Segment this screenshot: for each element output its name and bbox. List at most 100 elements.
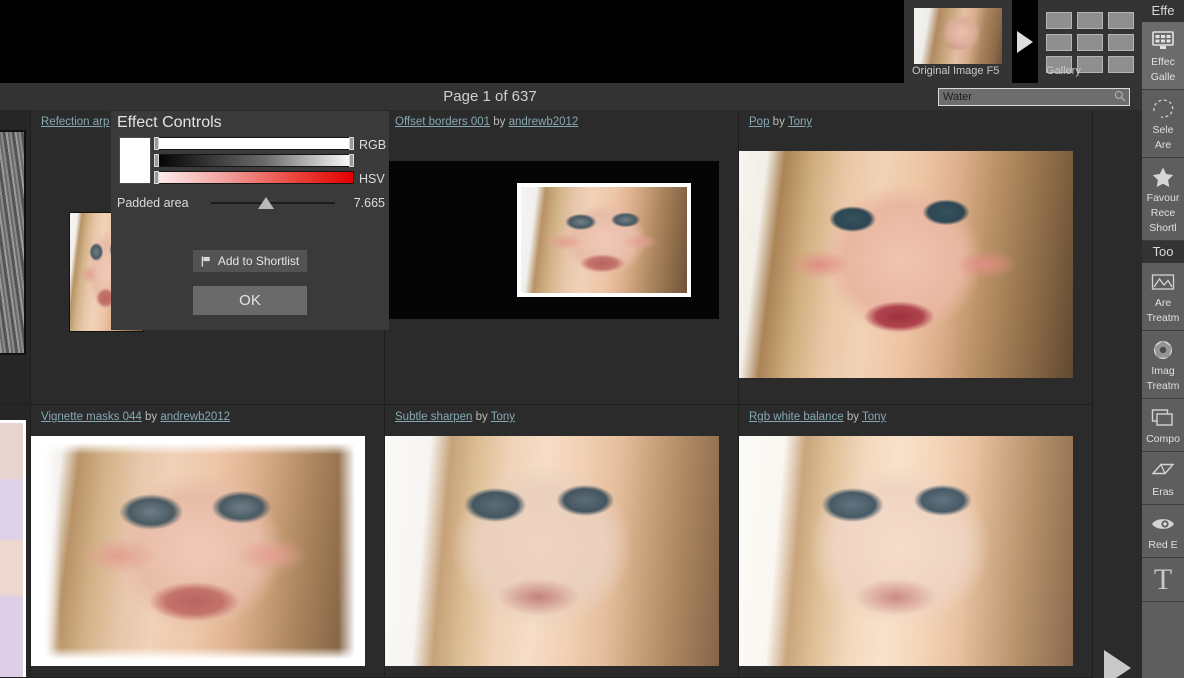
cell-title: Refection arp [41, 116, 109, 128]
aperture-icon [1154, 341, 1172, 359]
cell-title: Rgb white balance by Tony [749, 411, 886, 423]
sidebar-header-tools: Too [1142, 241, 1184, 263]
sidebar-item-area-treatments[interactable]: Are Treatm [1142, 263, 1184, 331]
sidebar-label-2: Treatm [1146, 380, 1180, 392]
hsv-slider-track[interactable] [154, 171, 354, 184]
author-link-tony[interactable]: Tony [788, 116, 812, 128]
author-link-andrewb2012[interactable]: andrewb2012 [509, 116, 579, 128]
effect-link-subtle-sharpen[interactable]: Subtle sharpen [395, 411, 472, 423]
grid-icon [1046, 12, 1134, 73]
by-label: by [475, 411, 488, 423]
sidebar-label: Imag [1151, 365, 1175, 377]
author-link-tony[interactable]: Tony [491, 411, 515, 423]
author-link-tony[interactable]: Tony [862, 411, 886, 423]
sidebar-label-3: Shortl [1149, 222, 1177, 234]
grid-cell-rgb-white-balance[interactable]: Rgb white balance by Tony [739, 405, 1093, 678]
thumbnail-image [31, 436, 365, 666]
rgb-slider-handle[interactable] [154, 137, 159, 150]
top-toolbar-items: Original Image F5 Gallery [904, 0, 1142, 83]
grid-cell-offset-borders[interactable]: Offset borders 001 by andrewb2012 [385, 110, 739, 405]
thumbnail-image [385, 161, 719, 319]
eye-icon [1152, 519, 1174, 529]
grid-cell-partial[interactable] [0, 405, 31, 678]
arrow-right-icon [1012, 0, 1038, 83]
sidebar-label: Sele [1152, 124, 1174, 136]
gallery-caption: Gallery [1046, 65, 1081, 77]
sidebar-item-red-eye[interactable]: Red E [1142, 505, 1184, 558]
hsv-slider-handle[interactable] [154, 171, 159, 184]
portrait-thumbnail-icon [914, 8, 1002, 64]
padded-area-slider[interactable] [211, 196, 335, 210]
author-link-andrewb2012[interactable]: andrewb2012 [160, 411, 230, 423]
grid-row: Vignette masks 044 by andrewb2012 Subtle… [0, 405, 1142, 678]
sidebar-item-eraser[interactable]: Eras [1142, 452, 1184, 505]
next-page-arrow-icon[interactable] [1104, 650, 1131, 678]
grid-cell-vignette-masks[interactable]: Vignette masks 044 by andrewb2012 [31, 405, 385, 678]
sidebar-item-compositing[interactable]: Compo [1142, 399, 1184, 452]
by-label: by [846, 411, 859, 423]
sidebar-label: Are [1154, 297, 1172, 309]
rgb-slider-handle-end[interactable] [349, 137, 354, 150]
eraser-icon [1151, 463, 1175, 475]
offset-inner-frame [517, 183, 691, 297]
text-T-icon: T [1153, 563, 1173, 596]
grayscale-slider-handle[interactable] [154, 154, 159, 167]
effect-link-vignette-masks[interactable]: Vignette masks 044 [41, 411, 142, 423]
sidebar-label: Compo [1146, 433, 1180, 445]
cell-title: Vignette masks 044 by andrewb2012 [41, 411, 230, 423]
cell-title: Offset borders 001 by andrewb2012 [395, 116, 578, 128]
sidebar-label-2: Rece [1150, 207, 1176, 219]
padded-area-label: Padded area [117, 196, 189, 210]
sidebar-label: Effec [1151, 56, 1175, 68]
sidebar-item-effects-gallery[interactable]: Effec Galle [1142, 22, 1184, 90]
hsv-label: HSV [359, 172, 385, 186]
grid-cell-subtle-sharpen[interactable]: Subtle sharpen by Tony [385, 405, 739, 678]
rgb-label: RGB [359, 138, 387, 152]
effect-link-offset-borders[interactable]: Offset borders 001 [395, 116, 490, 128]
arrow-right-glyph [1017, 30, 1033, 53]
flag-icon [201, 255, 210, 267]
cell-title: Pop by Tony [749, 116, 812, 128]
app-root: Original Image F5 Gallery Page 1 of 637 [0, 0, 1184, 678]
thumbnail-image [385, 436, 719, 666]
right-sidebar: Effe Effec Galle Sele Are Favour Rece Sh… [1142, 0, 1184, 678]
sidebar-label-2: Treatm [1146, 312, 1180, 324]
grid-cell-partial[interactable] [0, 110, 31, 405]
sidebar-label: Eras [1152, 486, 1174, 498]
color-swatch[interactable] [119, 137, 151, 184]
grayscale-slider-handle-end[interactable] [349, 154, 354, 167]
sidebar-header-effects: Effe [1142, 0, 1184, 22]
grid-cell-pop[interactable]: Pop by Tony [739, 110, 1093, 405]
add-to-shortlist-button[interactable]: Add to Shortlist [193, 250, 307, 272]
slider-knob-icon[interactable] [258, 197, 275, 209]
sidebar-label: Red E [1148, 539, 1178, 551]
thumbnail-image [739, 151, 1073, 378]
sidebar-item-text-tool[interactable]: T [1142, 558, 1184, 602]
effect-link-pop[interactable]: Pop [749, 116, 769, 128]
page-header-strip: Page 1 of 637 [0, 83, 1142, 110]
ok-button[interactable]: OK [193, 286, 307, 315]
cell-title: Subtle sharpen by Tony [395, 411, 515, 423]
thumbnail-image [0, 420, 26, 677]
effect-link-refection-arp[interactable]: Refection arp [41, 116, 109, 128]
gallery-button[interactable]: Gallery [1038, 0, 1142, 83]
sidebar-item-selected-area[interactable]: Sele Are [1142, 90, 1184, 158]
top-toolbar: Original Image F5 Gallery [0, 0, 1142, 83]
search-input[interactable] [938, 88, 1130, 106]
thumbnail-image [739, 436, 1073, 666]
original-image-button[interactable]: Original Image F5 [904, 0, 1012, 83]
by-label: by [493, 116, 506, 128]
search-box[interactable] [938, 87, 1130, 106]
by-label: by [145, 411, 158, 423]
sidebar-label-2: Galle [1150, 71, 1176, 83]
sidebar-item-image-treatments[interactable]: Imag Treatm [1142, 331, 1184, 399]
sidebar-item-favourites[interactable]: Favour Rece Shortl [1142, 158, 1184, 241]
grayscale-slider-track[interactable] [154, 154, 354, 167]
padded-area-control: Padded area 7.665 [117, 194, 385, 212]
padded-area-value: 7.665 [353, 196, 385, 210]
rgb-slider-track[interactable] [154, 137, 354, 150]
dashed-lasso-icon [1153, 99, 1174, 118]
effect-link-rgb-white-balance[interactable]: Rgb white balance [749, 411, 844, 423]
offset-inner-photo [521, 187, 687, 293]
thumbnail-image [0, 130, 26, 355]
